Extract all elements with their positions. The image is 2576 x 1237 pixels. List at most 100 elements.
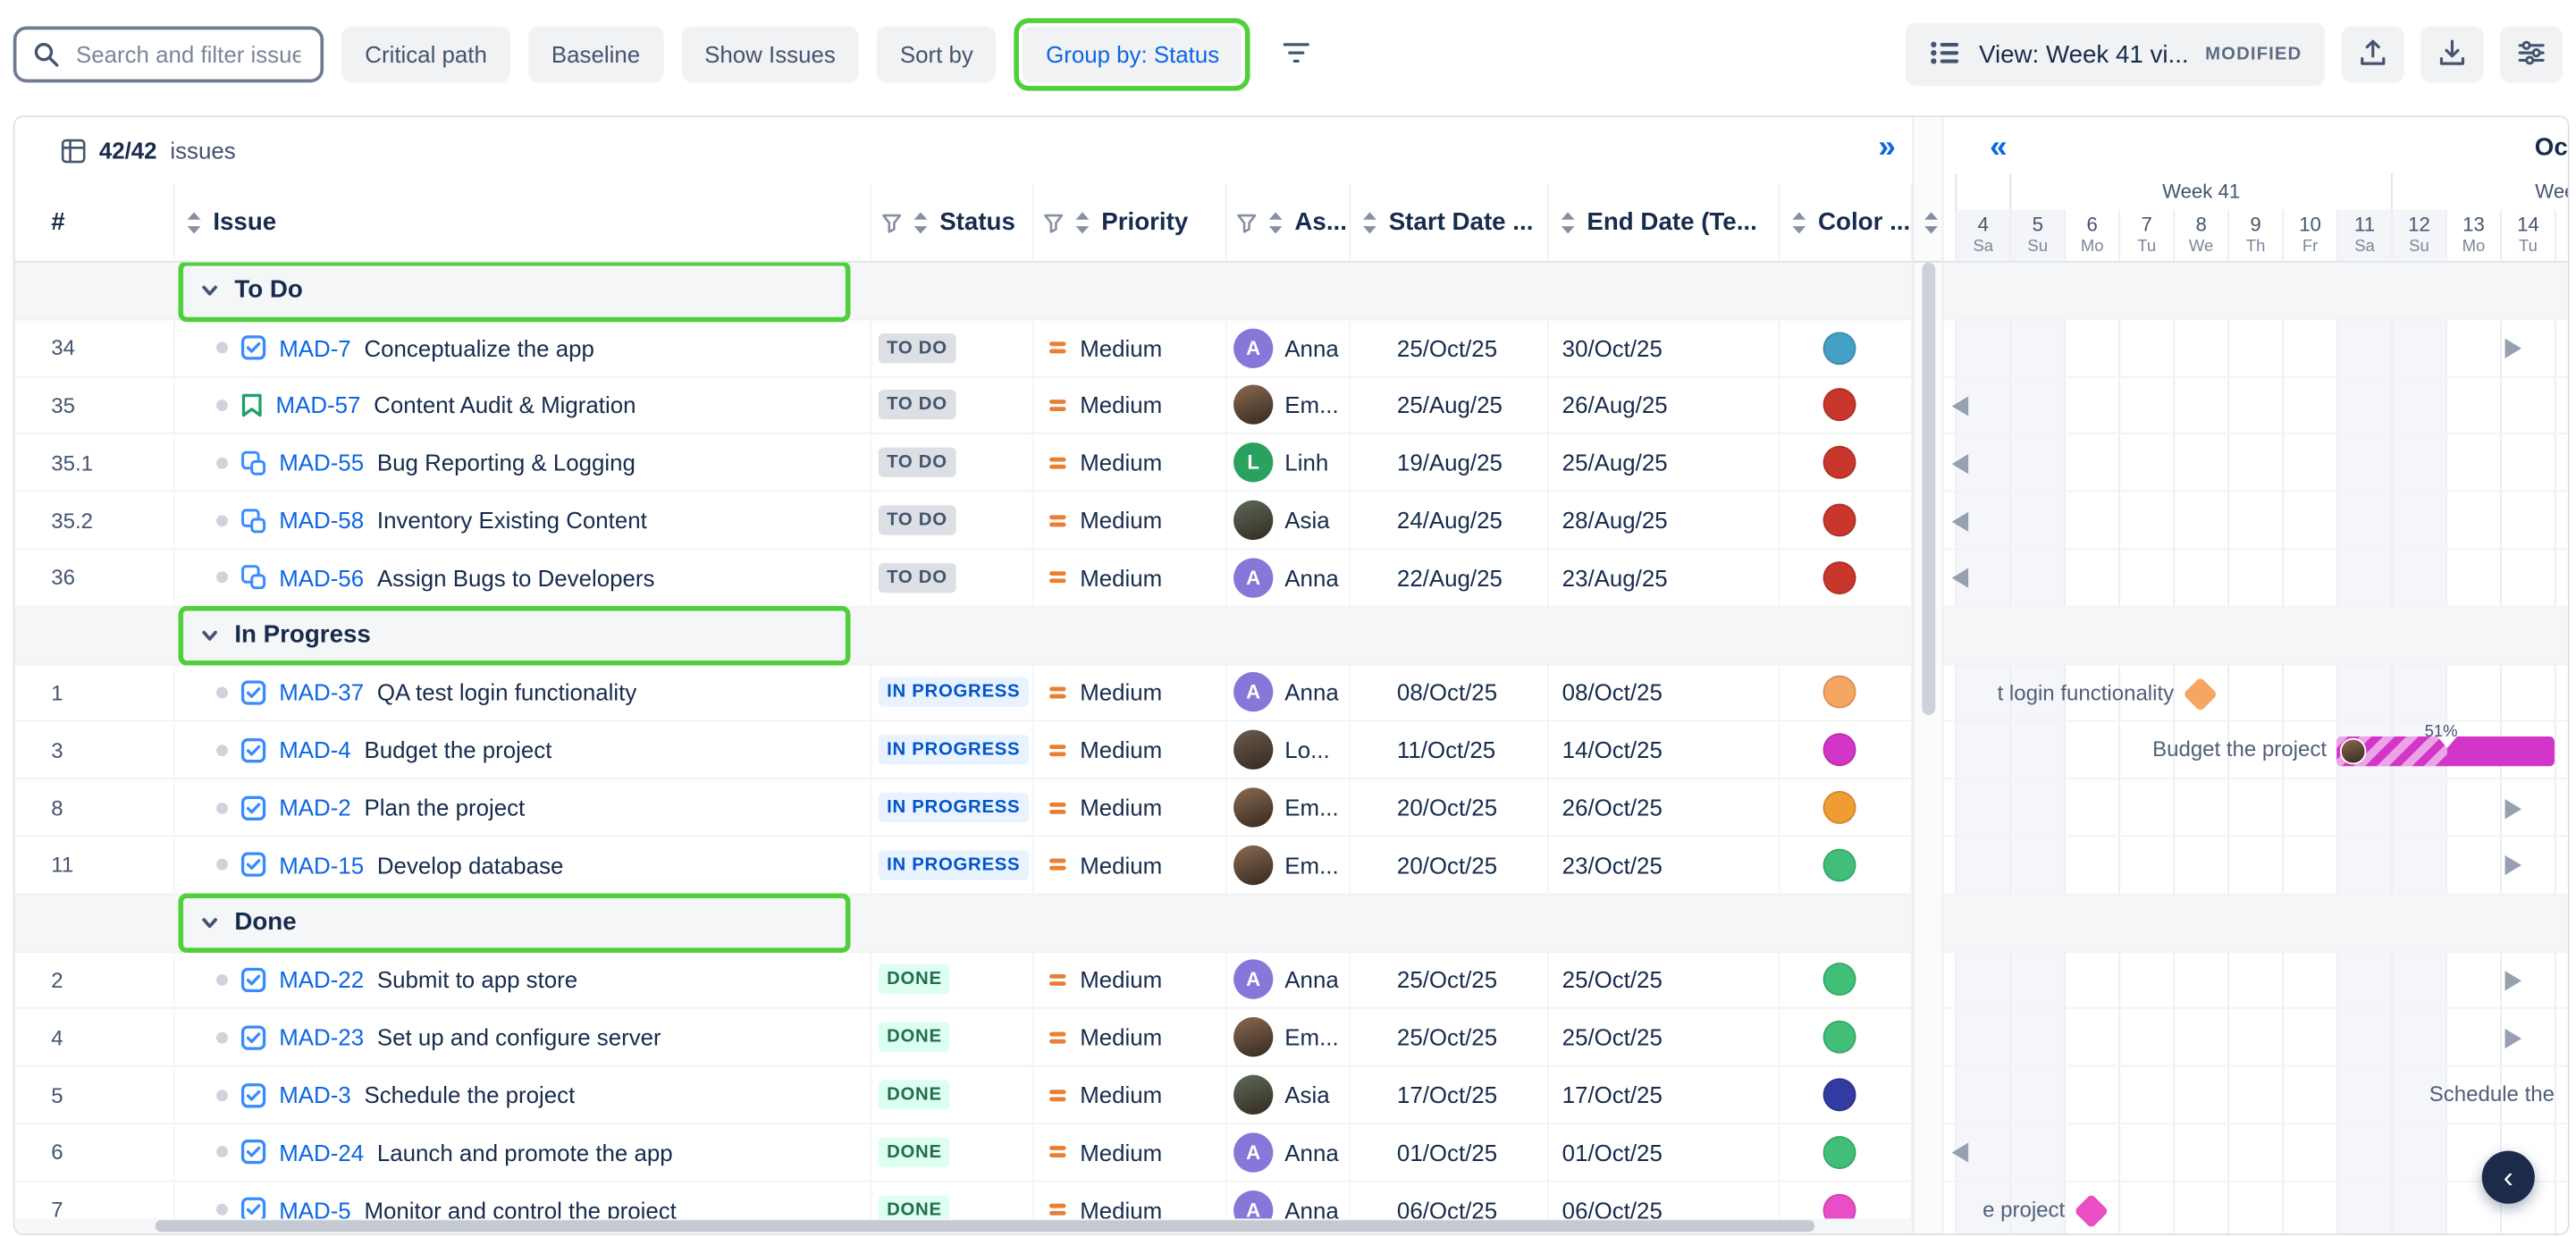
download-button[interactable] bbox=[2420, 27, 2483, 83]
drag-dot[interactable] bbox=[216, 1031, 228, 1043]
drag-dot[interactable] bbox=[216, 457, 228, 468]
start-date: 24/Aug/25 bbox=[1397, 507, 1503, 534]
settings-button[interactable] bbox=[2500, 27, 2563, 83]
toolbar-button-show-issues[interactable]: Show Issues bbox=[681, 27, 858, 83]
issue-cell: MAD-15Develop database bbox=[175, 837, 872, 893]
group-row[interactable]: To Do bbox=[15, 263, 1913, 320]
color-dot[interactable] bbox=[1823, 676, 1856, 709]
color-dot[interactable] bbox=[1823, 332, 1856, 365]
start-date: 01/Oct/25 bbox=[1397, 1139, 1497, 1165]
color-dot[interactable] bbox=[1823, 446, 1856, 479]
collapse-fab-button[interactable]: ‹ bbox=[2482, 1151, 2535, 1204]
drag-dot[interactable] bbox=[216, 974, 228, 986]
issue-key[interactable]: MAD-23 bbox=[279, 1024, 364, 1051]
view-selector-button[interactable]: View: Week 41 vi... MODIFIED bbox=[1907, 23, 2325, 86]
drag-dot[interactable] bbox=[216, 515, 228, 526]
drag-dot[interactable] bbox=[216, 572, 228, 584]
color-dot[interactable] bbox=[1823, 848, 1856, 881]
toolbar-button-sort-by[interactable]: Sort by bbox=[877, 27, 997, 83]
column-header-As...[interactable]: As... bbox=[1227, 183, 1351, 261]
issue-key[interactable]: MAD-58 bbox=[279, 507, 364, 534]
view-label: View: Week 41 vi... bbox=[1979, 40, 2189, 68]
issue-key[interactable]: MAD-3 bbox=[279, 1081, 350, 1108]
bar-offscreen-left-icon[interactable] bbox=[1952, 1143, 1968, 1163]
priority-medium-icon bbox=[1047, 969, 1068, 990]
column-label: End Date (Te... bbox=[1587, 208, 1756, 236]
drag-dot[interactable] bbox=[216, 1147, 228, 1158]
upload-button[interactable] bbox=[2342, 27, 2404, 83]
status-cell: DONE bbox=[871, 1124, 1033, 1180]
bar-offscreen-right-icon[interactable] bbox=[2505, 339, 2521, 358]
panel-splitter[interactable] bbox=[1912, 117, 1943, 1233]
color-dot[interactable] bbox=[1823, 561, 1856, 594]
toolbar-button-baseline[interactable]: Baseline bbox=[528, 27, 663, 83]
color-dot[interactable] bbox=[1823, 389, 1856, 422]
group-row[interactable]: Done bbox=[15, 895, 1913, 952]
drag-dot[interactable] bbox=[216, 1204, 228, 1216]
issue-key[interactable]: MAD-22 bbox=[279, 967, 364, 994]
drag-dot[interactable] bbox=[216, 745, 228, 756]
color-dot[interactable] bbox=[1823, 964, 1856, 997]
issue-key[interactable]: MAD-4 bbox=[279, 736, 350, 763]
issue-key[interactable]: MAD-15 bbox=[279, 852, 364, 879]
color-cell bbox=[1780, 665, 1913, 720]
group-row[interactable]: In Progress bbox=[15, 607, 1913, 664]
toolbar-button-critical-path[interactable]: Critical path bbox=[341, 27, 509, 83]
column-header-End Date (Te...[interactable]: End Date (Te... bbox=[1549, 183, 1780, 261]
issue-key[interactable]: MAD-57 bbox=[276, 392, 361, 419]
day-weekday: Fr bbox=[2302, 238, 2318, 257]
table-row: 4MAD-23Set up and configure serverDONEMe… bbox=[15, 1009, 1913, 1066]
search-box[interactable] bbox=[13, 27, 324, 83]
horizontal-scrollbar[interactable] bbox=[15, 1218, 1913, 1233]
drag-dot[interactable] bbox=[216, 342, 228, 354]
status-cell: DONE bbox=[871, 1067, 1033, 1123]
bar-offscreen-left-icon[interactable] bbox=[1952, 511, 1968, 531]
filter-button[interactable] bbox=[1269, 27, 1326, 83]
day-header-cell: 5Su bbox=[2009, 210, 2064, 263]
expand-panel-icon[interactable]: » bbox=[1878, 127, 1896, 170]
issue-key[interactable]: MAD-37 bbox=[279, 679, 364, 706]
bar-offscreen-right-icon[interactable] bbox=[2505, 1029, 2521, 1048]
vertical-scrollbar-thumb[interactable] bbox=[1922, 263, 1935, 715]
column-header-Color ...[interactable]: Color ... bbox=[1780, 183, 1913, 261]
bar-offscreen-left-icon[interactable] bbox=[1952, 396, 1968, 416]
color-dot[interactable] bbox=[1823, 1136, 1856, 1169]
drag-dot[interactable] bbox=[216, 802, 228, 813]
drag-dot[interactable] bbox=[216, 400, 228, 411]
bar-offscreen-right-icon[interactable] bbox=[2505, 971, 2521, 990]
bar-offscreen-left-icon[interactable] bbox=[1952, 568, 1968, 588]
task-type-icon bbox=[241, 737, 266, 762]
issue-key[interactable]: MAD-7 bbox=[279, 334, 350, 361]
column-header-Status[interactable]: Status bbox=[871, 183, 1033, 261]
bar-offscreen-right-icon[interactable] bbox=[2505, 856, 2521, 876]
color-dot[interactable] bbox=[1823, 734, 1856, 767]
color-dot[interactable] bbox=[1823, 1021, 1856, 1054]
issue-cell: MAD-55Bug Reporting & Logging bbox=[175, 435, 872, 491]
collapse-panel-icon[interactable]: « bbox=[1990, 127, 2008, 170]
table-row: 11MAD-15Develop databaseIN PROGRESSMediu… bbox=[15, 837, 1913, 895]
color-dot[interactable] bbox=[1823, 1078, 1856, 1111]
search-input[interactable] bbox=[72, 39, 304, 69]
status-badge: DONE bbox=[879, 1080, 950, 1109]
column-header-Start Date ...[interactable]: Start Date ... bbox=[1351, 183, 1549, 261]
column-header-Priority[interactable]: Priority bbox=[1033, 183, 1226, 261]
color-dot[interactable] bbox=[1823, 791, 1856, 824]
bar-offscreen-right-icon[interactable] bbox=[2505, 798, 2521, 818]
issue-key[interactable]: MAD-56 bbox=[279, 565, 364, 592]
column-header-#[interactable]: # bbox=[15, 183, 175, 261]
column-header-Issue[interactable]: Issue bbox=[175, 183, 872, 261]
table-row: 1MAD-37QA test login functionalityIN PRO… bbox=[15, 665, 1913, 722]
color-dot[interactable] bbox=[1823, 504, 1856, 537]
issue-key[interactable]: MAD-2 bbox=[279, 795, 350, 821]
drag-dot[interactable] bbox=[216, 859, 228, 871]
milestone-label: e project bbox=[1983, 1182, 2065, 1233]
column-label: Priority bbox=[1101, 208, 1188, 236]
issue-key[interactable]: MAD-24 bbox=[279, 1139, 364, 1165]
issue-key[interactable]: MAD-55 bbox=[279, 450, 364, 476]
timeline-row bbox=[1943, 435, 2569, 492]
bar-offscreen-left-icon[interactable] bbox=[1952, 454, 1968, 474]
group-by-button[interactable]: Group by: Status bbox=[1023, 27, 1242, 83]
drag-dot[interactable] bbox=[216, 686, 228, 698]
drag-dot[interactable] bbox=[216, 1089, 228, 1100]
horizontal-scrollbar-thumb[interactable] bbox=[156, 1220, 1815, 1232]
